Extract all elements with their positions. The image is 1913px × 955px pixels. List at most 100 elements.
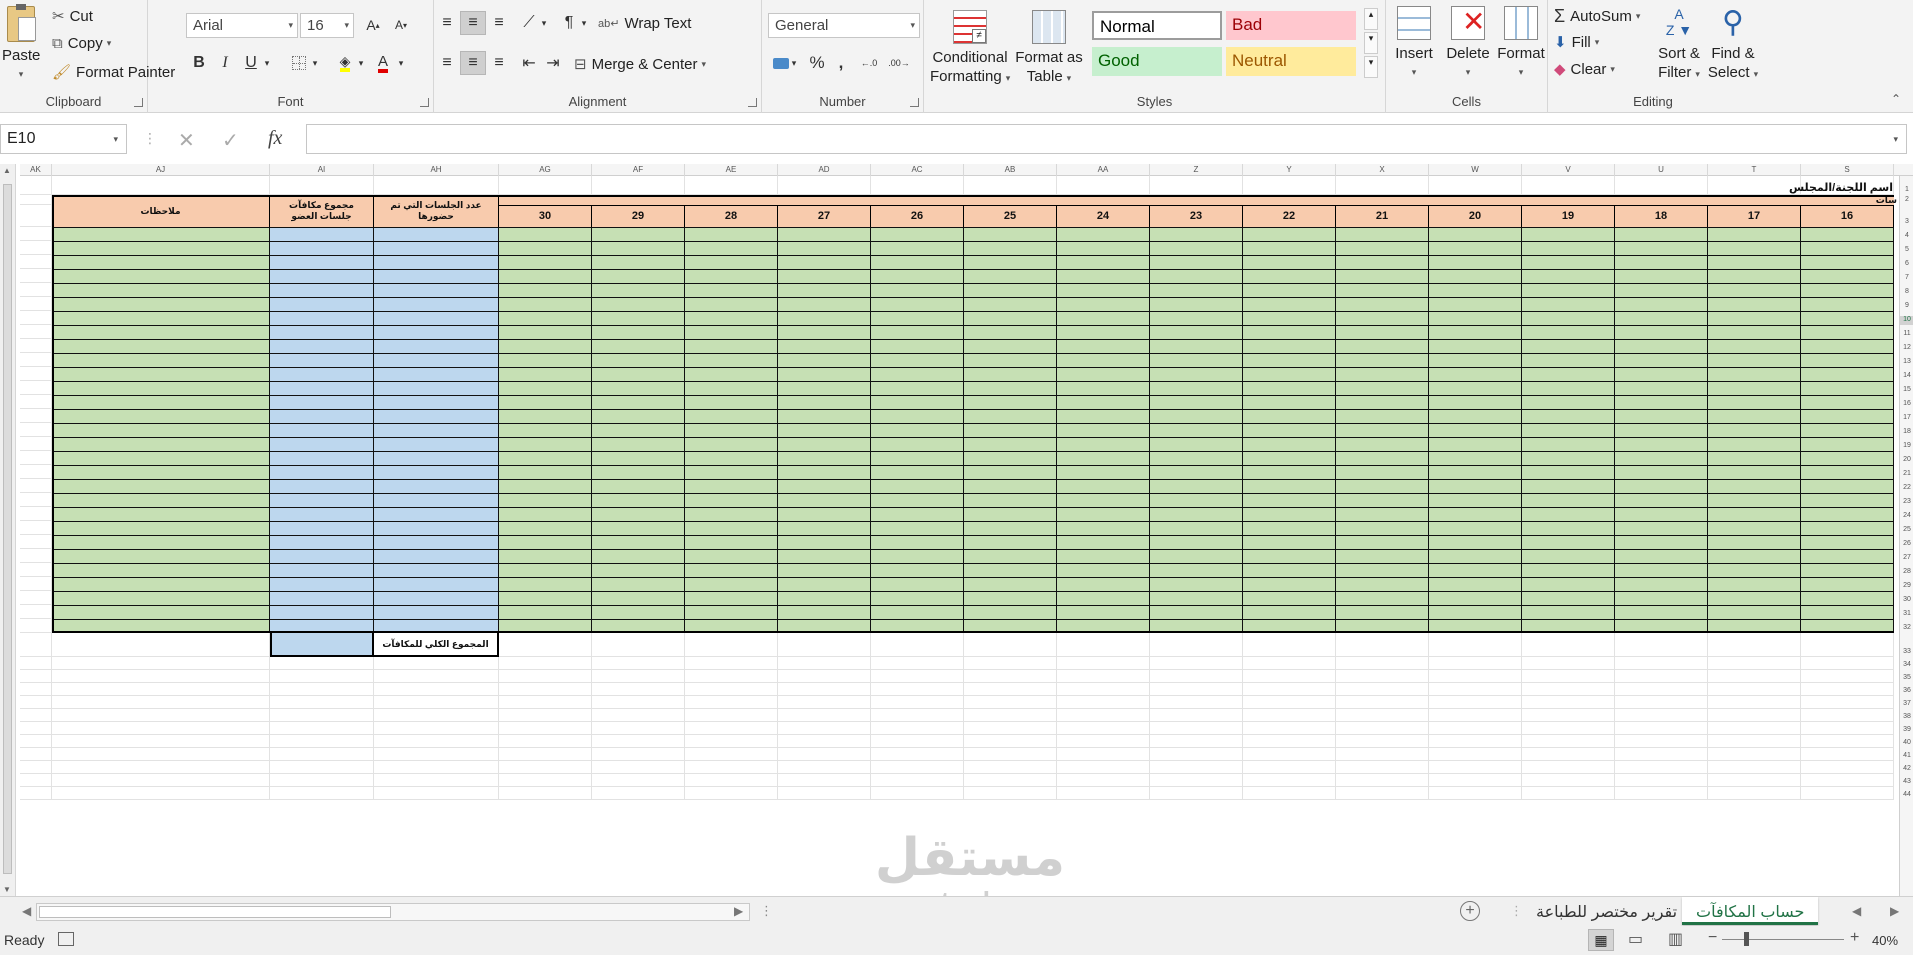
session-cell[interactable] <box>499 591 592 605</box>
grid-cell[interactable] <box>20 176 52 195</box>
grid-cell[interactable] <box>1150 748 1243 761</box>
grid-cell[interactable] <box>1243 633 1336 657</box>
grid-cell[interactable] <box>1243 787 1336 800</box>
grid-cell[interactable] <box>499 633 592 657</box>
total-cell[interactable] <box>270 409 374 423</box>
session-cell[interactable] <box>52 255 270 269</box>
grid-cell[interactable] <box>20 297 52 311</box>
session-cell[interactable] <box>778 451 871 465</box>
session-cell[interactable] <box>1150 409 1243 423</box>
grid-cell[interactable] <box>499 657 592 670</box>
row-header[interactable]: 17 <box>1900 414 1913 423</box>
session-cell[interactable] <box>592 521 685 535</box>
grid-cell[interactable] <box>1057 176 1150 195</box>
row-header[interactable]: 9 <box>1900 302 1913 311</box>
new-sheet-button[interactable]: + <box>1460 901 1480 921</box>
row-header[interactable]: 33 <box>1900 648 1913 657</box>
session-cell[interactable] <box>1708 479 1801 493</box>
session-cell[interactable] <box>1522 311 1615 325</box>
session-cell[interactable] <box>1429 437 1522 451</box>
session-cell[interactable] <box>685 549 778 563</box>
session-cell[interactable] <box>1057 311 1150 325</box>
grid-cell[interactable] <box>871 657 964 670</box>
grid-cell[interactable] <box>592 176 685 195</box>
grid-cell[interactable] <box>20 535 52 549</box>
session-cell[interactable] <box>1057 479 1150 493</box>
session-cell[interactable] <box>1708 395 1801 409</box>
grid-cell[interactable] <box>1057 657 1150 670</box>
grid-cell[interactable] <box>1615 761 1708 774</box>
paste-button[interactable]: Paste ▾ <box>2 4 40 84</box>
row-header[interactable]: 11 <box>1900 330 1913 339</box>
grid-cell[interactable] <box>20 521 52 535</box>
grid-cell[interactable] <box>374 735 499 748</box>
session-cell[interactable] <box>1801 591 1894 605</box>
grid-cell[interactable] <box>1615 787 1708 800</box>
grid-cell[interactable] <box>1522 176 1615 195</box>
grid-cell[interactable] <box>1057 761 1150 774</box>
grid-cell[interactable] <box>871 735 964 748</box>
session-cell[interactable] <box>1522 493 1615 507</box>
grid-cell[interactable] <box>1336 774 1429 787</box>
session-cell[interactable] <box>1243 297 1336 311</box>
session-cell[interactable] <box>964 353 1057 367</box>
session-cell[interactable] <box>1615 493 1708 507</box>
session-cell[interactable] <box>1801 367 1894 381</box>
session-cell[interactable] <box>499 563 592 577</box>
fill-color-dropdown[interactable]: ▾ <box>354 51 368 75</box>
session-cell[interactable] <box>1615 549 1708 563</box>
session-cell[interactable] <box>1522 409 1615 423</box>
session-cell[interactable] <box>1429 269 1522 283</box>
grid-cell[interactable] <box>1057 774 1150 787</box>
session-cell[interactable] <box>1150 339 1243 353</box>
session-cell[interactable] <box>778 395 871 409</box>
session-number-header[interactable]: 28 <box>685 205 778 227</box>
total-cell[interactable] <box>374 563 499 577</box>
session-cell[interactable] <box>1429 353 1522 367</box>
row-header[interactable]: 42 <box>1900 765 1913 774</box>
row-header[interactable]: 25 <box>1900 526 1913 535</box>
session-cell[interactable] <box>1615 521 1708 535</box>
zoom-slider[interactable] <box>1722 939 1844 940</box>
grid-cell[interactable] <box>871 761 964 774</box>
grid-cell[interactable] <box>685 787 778 800</box>
grid-cell[interactable] <box>270 709 374 722</box>
total-cell[interactable] <box>270 605 374 619</box>
session-cell[interactable] <box>1243 353 1336 367</box>
grid-cell[interactable] <box>52 735 270 748</box>
grid-cell[interactable] <box>778 696 871 709</box>
total-cell[interactable] <box>374 507 499 521</box>
increase-font-size-button[interactable]: A ▴ <box>360 13 386 37</box>
insert-function-button[interactable]: fx <box>268 127 282 150</box>
row-header[interactable]: 26 <box>1900 540 1913 549</box>
font-color-dropdown[interactable]: ▾ <box>394 51 408 75</box>
session-cell[interactable] <box>1615 325 1708 339</box>
session-cell[interactable] <box>52 381 270 395</box>
session-number-header[interactable]: 30 <box>499 205 592 227</box>
grid-cell[interactable] <box>1150 696 1243 709</box>
session-cell[interactable] <box>1522 591 1615 605</box>
total-cell[interactable] <box>374 437 499 451</box>
grid-cell[interactable] <box>1429 696 1522 709</box>
grid-cell[interactable] <box>778 774 871 787</box>
style-good[interactable]: Good <box>1092 47 1222 76</box>
grid-cell[interactable] <box>1801 657 1894 670</box>
grid-cell[interactable] <box>685 696 778 709</box>
total-cell[interactable] <box>270 325 374 339</box>
session-cell[interactable] <box>1801 227 1894 241</box>
session-cell[interactable] <box>964 339 1057 353</box>
session-cell[interactable] <box>778 381 871 395</box>
session-cell[interactable] <box>592 227 685 241</box>
total-cell[interactable] <box>270 437 374 451</box>
session-cell[interactable] <box>1708 381 1801 395</box>
session-cell[interactable] <box>499 367 592 381</box>
total-cell[interactable] <box>374 451 499 465</box>
session-cell[interactable] <box>778 423 871 437</box>
session-cell[interactable] <box>871 549 964 563</box>
session-cell[interactable] <box>1336 409 1429 423</box>
session-cell[interactable] <box>499 395 592 409</box>
session-cell[interactable] <box>1057 367 1150 381</box>
grid-cell[interactable] <box>270 722 374 735</box>
session-cell[interactable] <box>1243 339 1336 353</box>
session-cell[interactable] <box>1429 493 1522 507</box>
